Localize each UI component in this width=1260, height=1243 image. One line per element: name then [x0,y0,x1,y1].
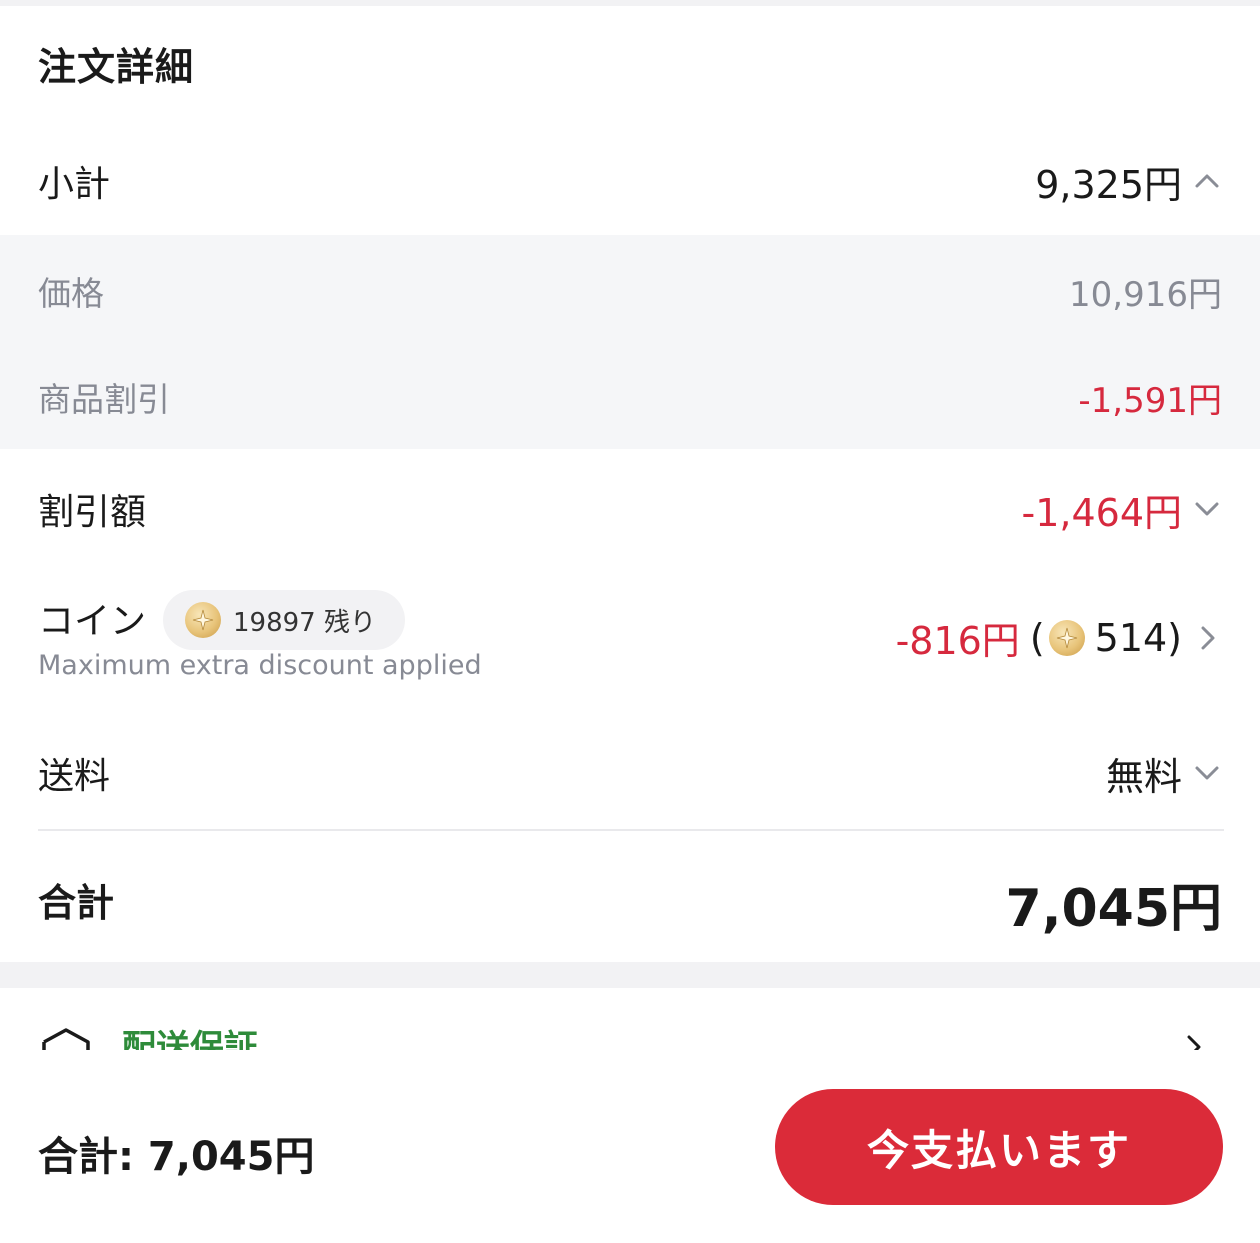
subtotal-value: 9,325円 [1035,162,1182,207]
shipping-value-group: 無料 [1106,746,1222,801]
total-divider [38,829,1224,831]
chevron-down-icon[interactable] [1192,494,1222,524]
discount-row[interactable]: 割引額 -1,464円 [0,478,1260,540]
coin-amount: -816円 [895,619,1020,663]
shipping-guarantee-label: 配送保証 [122,1028,258,1050]
shipping-guarantee-row[interactable]: 配送保証 [0,988,1260,1050]
coin-balance-badge: 19897 残り [163,590,405,650]
coin-value-group: -816円 ( 514) [896,610,1222,665]
chevron-right-icon[interactable] [1192,623,1222,653]
discount-value: -1,464円 [1021,490,1183,535]
product-discount-label: 商品割引 [38,380,170,419]
coin-balance-text: 19897 残り [233,607,376,638]
coins-used-open-paren: ( [1029,615,1045,660]
section-gap [0,962,1260,988]
coins-used: 514) [1094,615,1182,660]
subtotal-row[interactable]: 小計 9,325円 [0,150,1260,212]
discount-value-group: -1,464円 [1022,482,1223,537]
chevron-up-icon[interactable] [1192,166,1222,196]
subtotal-label: 小計 [38,164,111,205]
coin-label: コイン [38,601,147,642]
subtotal-value-group: 9,325円 [1035,154,1222,209]
chevron-down-icon[interactable] [1192,758,1222,788]
product-discount-value: -1,591円 [1078,380,1222,421]
footer-total: 合計: 7,045円 [38,1134,315,1180]
shipping-row[interactable]: 送料 無料 [0,742,1260,804]
total-label: 合計 [38,881,115,925]
price-value: 10,916円 [1069,274,1222,315]
coin-note: Maximum extra discount applied [38,650,482,681]
coin-icon [185,602,221,638]
price-row: 価格 10,916円 [0,262,1260,320]
shield-icon [42,1028,90,1050]
shipping-value: 無料 [1105,754,1182,799]
coin-row[interactable]: コイン 19897 残り Maximum extra discount appl… [38,590,1222,692]
pay-now-button[interactable]: 今支払います [775,1089,1223,1205]
discount-label: 割引額 [38,492,147,533]
product-discount-row: 商品割引 -1,591円 [0,368,1260,426]
order-details-title: 注文詳細 [38,45,195,89]
shipping-label: 送料 [38,756,111,797]
total-value: 7,045円 [1005,879,1222,939]
top-divider [0,0,1260,6]
chevron-right-icon[interactable] [1180,1032,1210,1050]
price-label: 価格 [38,274,104,313]
coin-icon [1048,619,1085,656]
